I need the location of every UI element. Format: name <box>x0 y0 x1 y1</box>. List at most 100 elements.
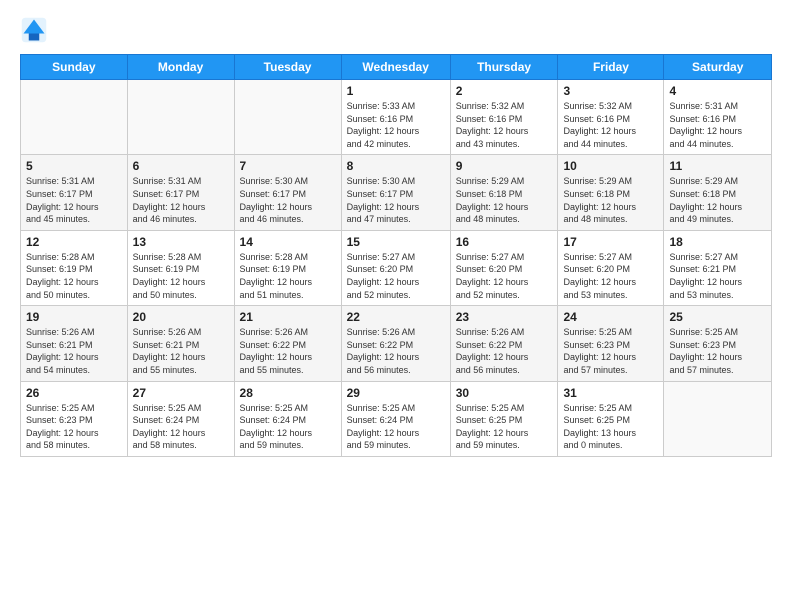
calendar-cell: 7 Sunrise: 5:30 AM Sunset: 6:17 PM Daylig… <box>234 155 341 230</box>
day-info: Sunrise: 5:28 AM Sunset: 6:19 PM Dayligh… <box>240 251 336 301</box>
calendar-cell: 16 Sunrise: 5:27 AM Sunset: 6:20 PM Dayli… <box>450 230 558 305</box>
day-info: Sunrise: 5:30 AM Sunset: 6:17 PM Dayligh… <box>347 175 445 225</box>
day-header-saturday: Saturday <box>664 55 772 80</box>
day-number: 31 <box>563 386 658 400</box>
week-row: 19 Sunrise: 5:26 AM Sunset: 6:21 PM Dayli… <box>21 306 772 381</box>
calendar-cell: 19 Sunrise: 5:26 AM Sunset: 6:21 PM Dayli… <box>21 306 128 381</box>
day-info: Sunrise: 5:27 AM Sunset: 6:20 PM Dayligh… <box>347 251 445 301</box>
day-number: 8 <box>347 159 445 173</box>
day-number: 13 <box>133 235 229 249</box>
calendar-cell <box>127 80 234 155</box>
calendar-cell: 30 Sunrise: 5:25 AM Sunset: 6:25 PM Dayli… <box>450 381 558 456</box>
calendar-cell: 27 Sunrise: 5:25 AM Sunset: 6:24 PM Dayli… <box>127 381 234 456</box>
day-header-thursday: Thursday <box>450 55 558 80</box>
calendar-cell: 11Sunrise: 5:29 AM Sunset: 6:18 PM Dayli… <box>664 155 772 230</box>
day-number: 7 <box>240 159 336 173</box>
calendar-cell: 21 Sunrise: 5:26 AM Sunset: 6:22 PM Dayli… <box>234 306 341 381</box>
day-number: 1 <box>347 84 445 98</box>
calendar-cell: 25Sunrise: 5:25 AM Sunset: 6:23 PM Dayli… <box>664 306 772 381</box>
day-number: 6 <box>133 159 229 173</box>
day-info: Sunrise: 5:25 AM Sunset: 6:23 PM Dayligh… <box>563 326 658 376</box>
day-header-friday: Friday <box>558 55 664 80</box>
day-info: Sunrise: 5:27 AM Sunset: 6:21 PM Dayligh… <box>669 251 766 301</box>
calendar-cell: 28Sunrise: 5:25 AM Sunset: 6:24 PM Dayli… <box>234 381 341 456</box>
calendar-cell: 23 Sunrise: 5:26 AM Sunset: 6:22 PM Dayli… <box>450 306 558 381</box>
day-info: Sunrise: 5:26 AM Sunset: 6:21 PM Dayligh… <box>133 326 229 376</box>
header <box>20 16 772 44</box>
day-number: 23 <box>456 310 553 324</box>
day-number: 21 <box>240 310 336 324</box>
day-number: 3 <box>563 84 658 98</box>
day-info: Sunrise: 5:29 AM Sunset: 6:18 PM Dayligh… <box>456 175 553 225</box>
day-number: 16 <box>456 235 553 249</box>
day-info: Sunrise: 5:29 AM Sunset: 6:18 PM Dayligh… <box>669 175 766 225</box>
day-number: 30 <box>456 386 553 400</box>
day-header-monday: Monday <box>127 55 234 80</box>
calendar-cell: 29Sunrise: 5:25 AM Sunset: 6:24 PM Dayli… <box>341 381 450 456</box>
calendar-cell: 24 Sunrise: 5:25 AM Sunset: 6:23 PM Dayli… <box>558 306 664 381</box>
calendar-cell: 26Sunrise: 5:25 AM Sunset: 6:23 PM Dayli… <box>21 381 128 456</box>
calendar-cell <box>234 80 341 155</box>
day-info: Sunrise: 5:25 AM Sunset: 6:25 PM Dayligh… <box>456 402 553 452</box>
day-number: 19 <box>26 310 122 324</box>
calendar-cell: 14 Sunrise: 5:28 AM Sunset: 6:19 PM Dayli… <box>234 230 341 305</box>
day-number: 12 <box>26 235 122 249</box>
day-info: Sunrise: 5:30 AM Sunset: 6:17 PM Dayligh… <box>240 175 336 225</box>
calendar-cell: 6 Sunrise: 5:31 AM Sunset: 6:17 PM Daylig… <box>127 155 234 230</box>
day-info: Sunrise: 5:28 AM Sunset: 6:19 PM Dayligh… <box>133 251 229 301</box>
day-info: Sunrise: 5:32 AM Sunset: 6:16 PM Dayligh… <box>456 100 553 150</box>
calendar-body: 1 Sunrise: 5:33 AM Sunset: 6:16 PM Daylig… <box>21 80 772 457</box>
day-info: Sunrise: 5:26 AM Sunset: 6:21 PM Dayligh… <box>26 326 122 376</box>
day-header-tuesday: Tuesday <box>234 55 341 80</box>
day-info: Sunrise: 5:33 AM Sunset: 6:16 PM Dayligh… <box>347 100 445 150</box>
day-header-sunday: Sunday <box>21 55 128 80</box>
day-number: 27 <box>133 386 229 400</box>
week-row: 12 Sunrise: 5:28 AM Sunset: 6:19 PM Dayli… <box>21 230 772 305</box>
day-number: 17 <box>563 235 658 249</box>
day-info: Sunrise: 5:31 AM Sunset: 6:17 PM Dayligh… <box>133 175 229 225</box>
day-number: 22 <box>347 310 445 324</box>
day-number: 28 <box>240 386 336 400</box>
calendar-cell: 31 Sunrise: 5:25 AM Sunset: 6:25 PM Dayli… <box>558 381 664 456</box>
day-number: 29 <box>347 386 445 400</box>
calendar-cell: 10 Sunrise: 5:29 AM Sunset: 6:18 PM Dayli… <box>558 155 664 230</box>
calendar-cell <box>664 381 772 456</box>
calendar-cell: 2 Sunrise: 5:32 AM Sunset: 6:16 PM Daylig… <box>450 80 558 155</box>
day-info: Sunrise: 5:31 AM Sunset: 6:17 PM Dayligh… <box>26 175 122 225</box>
day-info: Sunrise: 5:25 AM Sunset: 6:23 PM Dayligh… <box>26 402 122 452</box>
day-info: Sunrise: 5:25 AM Sunset: 6:24 PM Dayligh… <box>133 402 229 452</box>
day-info: Sunrise: 5:29 AM Sunset: 6:18 PM Dayligh… <box>563 175 658 225</box>
day-number: 18 <box>669 235 766 249</box>
calendar-cell: 13 Sunrise: 5:28 AM Sunset: 6:19 PM Dayli… <box>127 230 234 305</box>
calendar-cell: 3 Sunrise: 5:32 AM Sunset: 6:16 PM Daylig… <box>558 80 664 155</box>
day-info: Sunrise: 5:27 AM Sunset: 6:20 PM Dayligh… <box>456 251 553 301</box>
day-number: 2 <box>456 84 553 98</box>
calendar: SundayMondayTuesdayWednesdayThursdayFrid… <box>20 54 772 457</box>
calendar-cell: 17 Sunrise: 5:27 AM Sunset: 6:20 PM Dayli… <box>558 230 664 305</box>
day-info: Sunrise: 5:25 AM Sunset: 6:25 PM Dayligh… <box>563 402 658 452</box>
day-number: 9 <box>456 159 553 173</box>
calendar-cell: 22Sunrise: 5:26 AM Sunset: 6:22 PM Dayli… <box>341 306 450 381</box>
calendar-header: SundayMondayTuesdayWednesdayThursdayFrid… <box>21 55 772 80</box>
day-info: Sunrise: 5:26 AM Sunset: 6:22 PM Dayligh… <box>240 326 336 376</box>
day-info: Sunrise: 5:26 AM Sunset: 6:22 PM Dayligh… <box>456 326 553 376</box>
day-number: 24 <box>563 310 658 324</box>
calendar-cell: 8 Sunrise: 5:30 AM Sunset: 6:17 PM Daylig… <box>341 155 450 230</box>
calendar-cell: 9 Sunrise: 5:29 AM Sunset: 6:18 PM Daylig… <box>450 155 558 230</box>
day-info: Sunrise: 5:31 AM Sunset: 6:16 PM Dayligh… <box>669 100 766 150</box>
week-row: 1 Sunrise: 5:33 AM Sunset: 6:16 PM Daylig… <box>21 80 772 155</box>
day-number: 5 <box>26 159 122 173</box>
calendar-cell: 15Sunrise: 5:27 AM Sunset: 6:20 PM Dayli… <box>341 230 450 305</box>
week-row: 5 Sunrise: 5:31 AM Sunset: 6:17 PM Daylig… <box>21 155 772 230</box>
day-number: 14 <box>240 235 336 249</box>
day-info: Sunrise: 5:32 AM Sunset: 6:16 PM Dayligh… <box>563 100 658 150</box>
day-number: 10 <box>563 159 658 173</box>
calendar-cell: 5 Sunrise: 5:31 AM Sunset: 6:17 PM Daylig… <box>21 155 128 230</box>
logo-icon <box>20 16 48 44</box>
day-info: Sunrise: 5:27 AM Sunset: 6:20 PM Dayligh… <box>563 251 658 301</box>
header-row: SundayMondayTuesdayWednesdayThursdayFrid… <box>21 55 772 80</box>
day-header-wednesday: Wednesday <box>341 55 450 80</box>
calendar-cell: 12Sunrise: 5:28 AM Sunset: 6:19 PM Dayli… <box>21 230 128 305</box>
day-number: 20 <box>133 310 229 324</box>
day-number: 25 <box>669 310 766 324</box>
